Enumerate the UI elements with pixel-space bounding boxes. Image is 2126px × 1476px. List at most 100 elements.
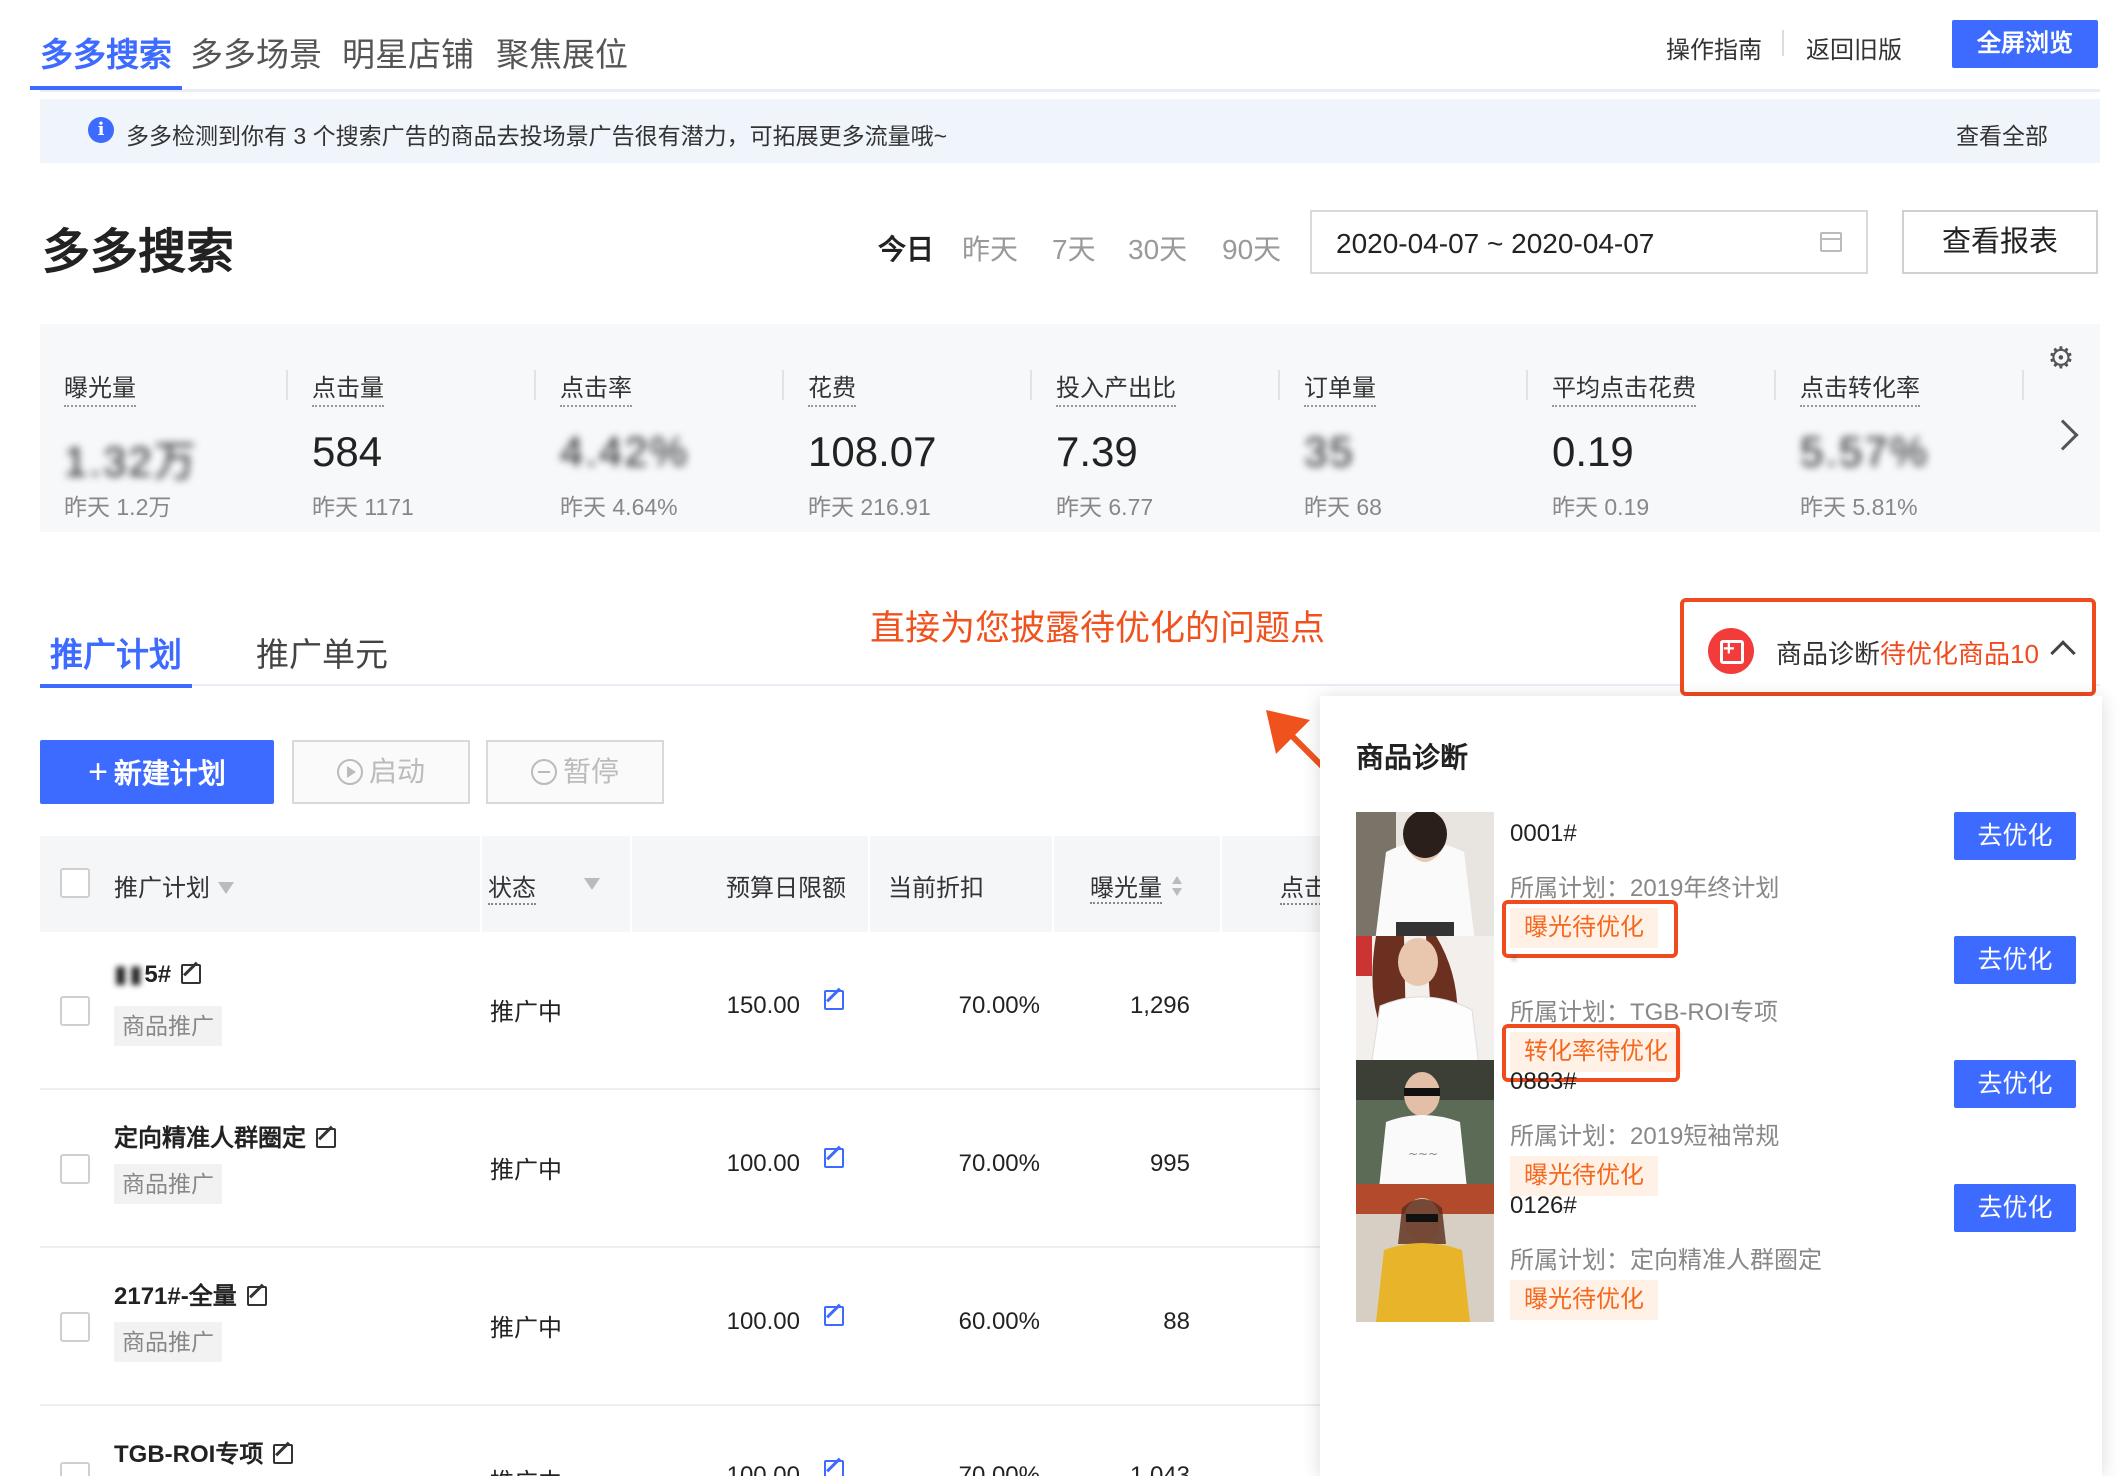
tab-star-shop[interactable]: 明星店铺	[342, 28, 474, 76]
edit-icon[interactable]	[824, 1460, 844, 1476]
metric-roi[interactable]: 投入产出比 7.39 昨天 6.77	[1032, 324, 1280, 532]
plan-name[interactable]: TGB-ROI专项	[114, 1434, 294, 1469]
metric-impressions[interactable]: 曝光量 1.32万 昨天 1.2万	[40, 324, 288, 532]
col-status[interactable]: 状态	[488, 868, 536, 905]
edit-icon[interactable]	[273, 1444, 294, 1464]
row-checkbox[interactable]	[60, 996, 90, 1026]
diagnosis-panel: 商品诊断 0001# 所属计划：2019年终计划 曝光待优化 去优化 · 所属计…	[1320, 696, 2102, 1476]
edit-icon[interactable]	[824, 1148, 844, 1168]
guide-link[interactable]: 操作指南	[1666, 30, 1762, 65]
product-code: 0001#	[1510, 820, 1577, 847]
plan-status: 推广中	[490, 1462, 562, 1476]
tab-duoduo-search[interactable]: 多多搜索	[30, 28, 182, 90]
metric-divider	[2022, 370, 2024, 400]
metric-prev: 昨天 68	[1304, 494, 1382, 520]
range-7days[interactable]: 7天	[1052, 228, 1096, 268]
metric-cost[interactable]: 花费 108.07 昨天 216.91	[784, 324, 1032, 532]
range-today[interactable]: 今日	[878, 228, 934, 268]
metric-clicks[interactable]: 点击量 584 昨天 1171	[288, 324, 536, 532]
plan-type-tag: 商品推广	[114, 1006, 222, 1046]
metric-value: 584	[312, 428, 383, 475]
plan-name[interactable]: 2171#-全量	[114, 1276, 267, 1311]
product-code: ·	[1510, 944, 1520, 971]
metric-prev: 昨天 4.64%	[560, 494, 678, 520]
filter-icon[interactable]	[218, 882, 234, 894]
plan-impressions: 88	[1163, 1308, 1190, 1335]
product-thumbnail[interactable]	[1356, 812, 1494, 950]
pause-button[interactable]: 暂停	[486, 740, 664, 804]
product-thumbnail[interactable]: ~~~	[1356, 1060, 1494, 1198]
tab-focus-booth[interactable]: 聚焦展位	[496, 28, 628, 76]
select-all-checkbox[interactable]	[60, 868, 90, 898]
col-budget: 预算日限额	[726, 875, 846, 902]
plan-name[interactable]: ▮▮5#	[114, 960, 202, 989]
plan-type-tag: 商品推广	[114, 1322, 222, 1362]
metric-value: 4.42%	[560, 428, 690, 475]
col-plan[interactable]: 推广计划	[114, 868, 234, 903]
product-thumbnail[interactable]	[1356, 936, 1494, 1074]
metric-label: 订单量	[1304, 368, 1376, 407]
metric-ctr[interactable]: 点击率 4.42% 昨天 4.64%	[536, 324, 784, 532]
sort-icon[interactable]	[1172, 876, 1182, 898]
old-version-link[interactable]: 返回旧版	[1806, 30, 1902, 65]
diagnosis-icon	[1708, 628, 1754, 674]
minus-icon	[530, 759, 557, 785]
column-divider	[868, 836, 870, 932]
product-thumbnail[interactable]	[1356, 1184, 1494, 1322]
metric-label: 点击率	[560, 368, 632, 407]
optimize-button[interactable]: 去优化	[1954, 812, 2076, 860]
metric-label: 曝光量	[64, 368, 136, 407]
metric-value: 0.19	[1552, 428, 1634, 475]
notice-message: 多多检测到你有 3 个搜索广告的商品去投场景广告很有潜力，可拓展更多流量哦~	[126, 123, 948, 149]
view-all-link[interactable]: 查看全部	[1956, 117, 2048, 151]
edit-icon[interactable]	[824, 1306, 844, 1326]
diagnosis-label: 商品诊断待优化商品10	[1776, 639, 2039, 669]
range-30days[interactable]: 30天	[1128, 228, 1187, 268]
nav-divider	[1782, 30, 1784, 56]
metric-label: 平均点击花费	[1552, 368, 1696, 407]
range-yesterday[interactable]: 昨天	[962, 228, 1018, 268]
metric-prev: 昨天 1.2万	[64, 494, 172, 520]
edit-icon[interactable]	[824, 990, 844, 1010]
plan-discount: 70.00%	[958, 1150, 1040, 1177]
plan-status: 推广中	[490, 1157, 562, 1184]
optimize-button[interactable]: 去优化	[1954, 936, 2076, 984]
metric-conversion-rate[interactable]: 点击转化率 5.57% 昨天 5.81%	[1776, 324, 2024, 532]
plan-discount: 60.00%	[958, 1308, 1040, 1335]
fullscreen-button[interactable]: 全屏浏览	[1952, 20, 2098, 68]
edit-icon[interactable]	[246, 1286, 267, 1306]
play-icon	[336, 759, 363, 785]
product-code: 0883#	[1510, 1068, 1577, 1095]
diagnosis-toggle[interactable]: 商品诊断待优化商品10	[1680, 598, 2096, 696]
plan-name[interactable]: 定向精准人群圈定	[114, 1118, 336, 1153]
row-checkbox[interactable]	[60, 1312, 90, 1342]
metric-prev: 昨天 0.19	[1552, 494, 1650, 520]
metric-label: 点击转化率	[1800, 368, 1920, 407]
metric-label: 点击量	[312, 368, 384, 407]
metric-orders[interactable]: 订单量 35 昨天 68	[1280, 324, 1528, 532]
top-nav: 多多搜索 多多场景 明星店铺 聚焦展位 操作指南 返回旧版 全屏浏览	[30, 0, 2100, 92]
tab-duoduo-scene[interactable]: 多多场景	[190, 28, 322, 76]
optimize-button[interactable]: 去优化	[1954, 1184, 2076, 1232]
col-impressions[interactable]: 曝光量	[1090, 868, 1182, 904]
tab-promotion-plan[interactable]: 推广计划	[40, 628, 192, 688]
metric-avg-cpc[interactable]: 平均点击花费 0.19 昨天 0.19	[1528, 324, 1776, 532]
filter-icon[interactable]	[584, 878, 600, 890]
row-checkbox[interactable]	[60, 1154, 90, 1184]
product-plan: 所属计划：2019年终计划	[1510, 875, 1780, 902]
metrics-panel: 曝光量 1.32万 昨天 1.2万 点击量 584 昨天 1171 点击率 4.…	[40, 324, 2100, 532]
range-90days[interactable]: 90天	[1222, 228, 1281, 268]
new-plan-button[interactable]: + 新建计划	[40, 740, 274, 804]
edit-icon[interactable]	[181, 964, 202, 984]
row-checkbox[interactable]	[60, 1462, 90, 1476]
plus-icon: +	[88, 753, 108, 791]
date-range-picker[interactable]: 2020-04-07 ~ 2020-04-07	[1310, 210, 1868, 274]
gear-icon[interactable]: ⚙	[2046, 344, 2076, 374]
metric-prev: 昨天 6.77	[1056, 494, 1154, 520]
start-button[interactable]: 启动	[292, 740, 470, 804]
view-report-button[interactable]: 查看报表	[1902, 210, 2098, 274]
edit-icon[interactable]	[316, 1128, 336, 1148]
tab-promotion-unit[interactable]: 推广单元	[256, 628, 388, 676]
optimize-button[interactable]: 去优化	[1954, 1060, 2076, 1108]
product-code: 0126#	[1510, 1192, 1577, 1219]
